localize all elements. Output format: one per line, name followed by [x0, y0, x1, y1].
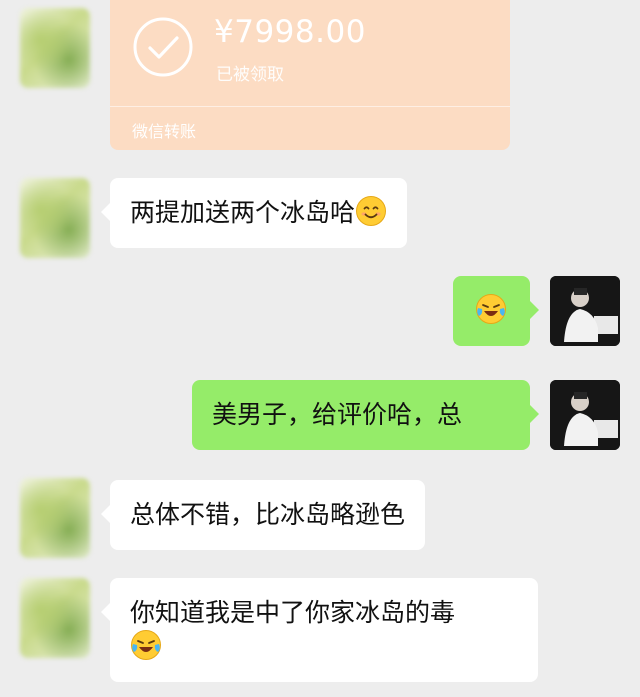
message-bubble-incoming[interactable]: 你知道我是中了你家冰岛的毒: [101, 578, 538, 682]
message-text: 你知道我是中了你家冰岛的毒: [130, 598, 456, 627]
my-avatar[interactable]: [550, 380, 620, 450]
message-bubble-outgoing[interactable]: [453, 276, 539, 346]
my-avatar[interactable]: [550, 276, 620, 346]
contact-avatar[interactable]: [20, 478, 90, 558]
transfer-footer-label: 微信转账: [132, 122, 197, 141]
transfer-status: 已被领取: [216, 65, 284, 85]
message-bubble-outgoing[interactable]: 美男子，给评价哈，总: [192, 380, 539, 450]
wechat-transfer-card[interactable]: ¥7998.00 已被领取 微信转账: [110, 0, 510, 150]
message-text: 美男子，给评价哈，总: [212, 400, 463, 429]
contact-avatar[interactable]: [20, 578, 90, 658]
message-text: 两提加送两个冰岛哈: [130, 198, 356, 227]
contact-avatar[interactable]: [20, 178, 90, 258]
message-bubble-incoming[interactable]: 两提加送两个冰岛哈: [100, 178, 408, 248]
face-with-tears-of-joy-icon: [130, 629, 162, 661]
smiling-face-icon: [355, 195, 387, 227]
transfer-amount: ¥7998.00: [214, 14, 366, 50]
message-bubble-incoming[interactable]: 总体不错，比冰岛略逊色: [100, 480, 426, 550]
check-circle-icon: [132, 16, 194, 78]
message-text: 总体不错，比冰岛略逊色: [130, 500, 406, 529]
face-with-tears-of-joy-icon: [475, 293, 507, 325]
contact-avatar[interactable]: [20, 8, 90, 88]
transfer-divider: [110, 106, 510, 107]
